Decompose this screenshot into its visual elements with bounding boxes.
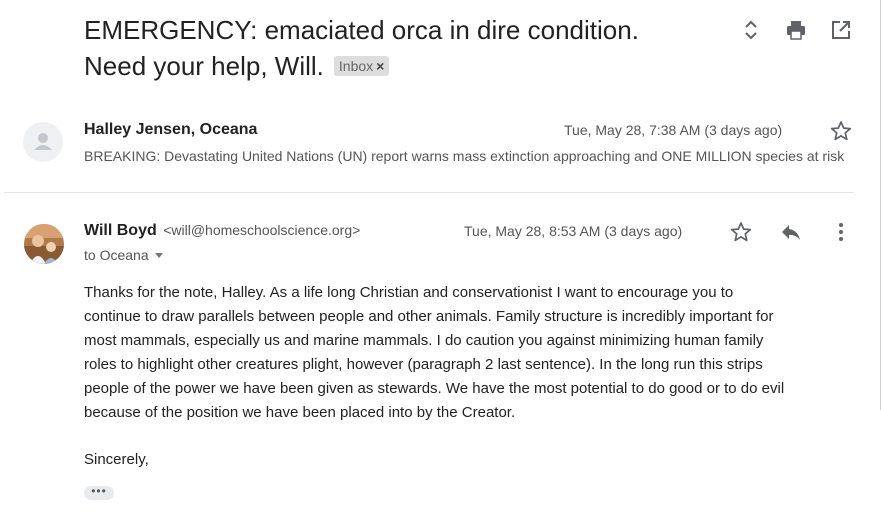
body-line: most mammals, especially us and marine m… — [84, 332, 764, 349]
recipient-text: to Oceana — [84, 247, 149, 263]
sender-avatar — [24, 224, 64, 264]
reply-icon[interactable] — [779, 220, 803, 244]
email-subject: EMERGENCY: emaciated orca in dire condit… — [84, 12, 724, 84]
body-line: people of the power we have been given a… — [84, 380, 785, 397]
recipient-dropdown[interactable]: to Oceana — [84, 247, 163, 263]
message-1-star-icon[interactable] — [829, 119, 853, 143]
body-line: because of the position we have been pla… — [84, 404, 516, 421]
default-avatar-icon — [23, 122, 63, 162]
body-line: roles to highlight other creatures pligh… — [84, 356, 763, 373]
inbox-label-text: Inbox — [338, 58, 374, 74]
message-2-star-icon[interactable] — [729, 220, 753, 244]
message-1-snippet[interactable]: BREAKING: Devastating United Nations (UN… — [84, 147, 854, 165]
print-icon[interactable] — [784, 18, 808, 42]
expand-all-icon[interactable] — [739, 18, 763, 42]
sender-name: Will Boyd — [84, 222, 157, 239]
body-line: continue to draw parallels between peopl… — [84, 308, 774, 325]
sender-email: <will@homeschoolscience.org> — [163, 222, 361, 238]
message-2-date[interactable]: Tue, May 28, 8:53 AM (3 days ago) — [464, 223, 682, 239]
message-1-sender[interactable]: Halley Jensen, Oceana — [84, 121, 257, 139]
chevron-down-icon — [154, 253, 163, 258]
inbox-label-badge: Inbox × — [333, 56, 390, 76]
subject-line-1: EMERGENCY: emaciated orca in dire condit… — [84, 15, 639, 45]
message-signoff: Sincerely, — [84, 451, 149, 468]
subject-line-2: Need your help, Will. — [84, 51, 324, 81]
open-in-new-window-icon[interactable] — [829, 18, 853, 42]
message-1-date[interactable]: Tue, May 28, 7:38 AM (3 days ago) — [564, 122, 782, 138]
body-line: Thanks for the note, Halley. As a life l… — [84, 284, 734, 301]
more-options-icon[interactable] — [829, 220, 853, 244]
message-divider — [4, 192, 854, 193]
message-body: Thanks for the note, Halley. As a life l… — [84, 281, 854, 425]
message-2-sender[interactable]: Will Boyd <will@homeschoolscience.org> — [84, 222, 360, 240]
show-trimmed-content-button[interactable]: ••• — [84, 485, 114, 500]
remove-label-button[interactable]: × — [376, 58, 384, 74]
